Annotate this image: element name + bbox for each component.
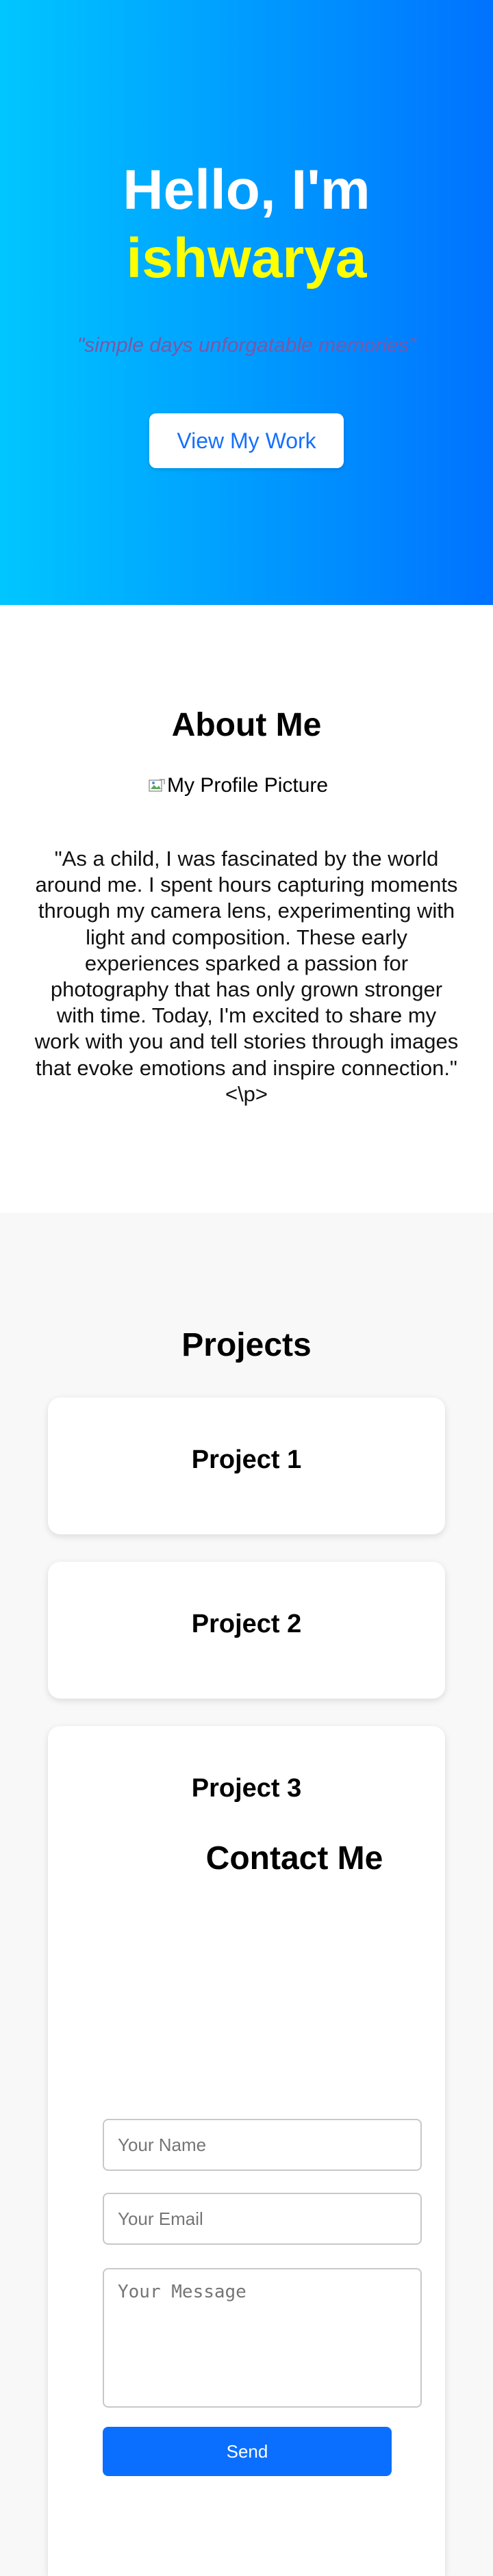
send-button[interactable]: Send: [103, 2427, 392, 2476]
name-input[interactable]: [103, 2119, 422, 2171]
email-input[interactable]: [103, 2193, 422, 2245]
project-card-title: Project 2: [191, 1610, 302, 1638]
about-section: About Me My Profile Picture "As a child,…: [0, 605, 493, 1213]
project-card-title: Project 1: [191, 1445, 302, 1474]
message-textarea[interactable]: [103, 2268, 422, 2408]
hero-section: Hello, I'm ishwarya "simple days unforga…: [0, 0, 493, 605]
view-my-work-button[interactable]: View My Work: [149, 413, 344, 468]
hero-title: Hello, I'm ishwarya: [0, 156, 493, 293]
project-card-1[interactable]: Project 1: [48, 1398, 445, 1534]
hero-greeting: Hello, I'm: [123, 159, 370, 221]
project-card-2[interactable]: Project 2: [48, 1562, 445, 1699]
projects-section: Projects Project 1 Project 2 Project 3 C…: [0, 1213, 493, 2576]
profile-picture-alt-text: My Profile Picture: [167, 774, 329, 797]
broken-image-icon: [148, 777, 168, 794]
projects-title: Projects: [181, 1327, 312, 1363]
profile-picture: My Profile Picture: [148, 772, 346, 799]
hero-tagline: "simple days unforgatable memories": [77, 334, 416, 357]
about-paragraph: "As a child, I was fascinated by the wor…: [34, 847, 459, 1106]
about-title: About Me: [171, 707, 322, 743]
hero-name: ishwarya: [126, 227, 367, 289]
project-card-3: Project 3 Contact Me Send: [48, 1726, 445, 2576]
project-card-title: Project 3: [191, 1774, 302, 1803]
contact-title: Contact Me: [205, 1840, 383, 1877]
